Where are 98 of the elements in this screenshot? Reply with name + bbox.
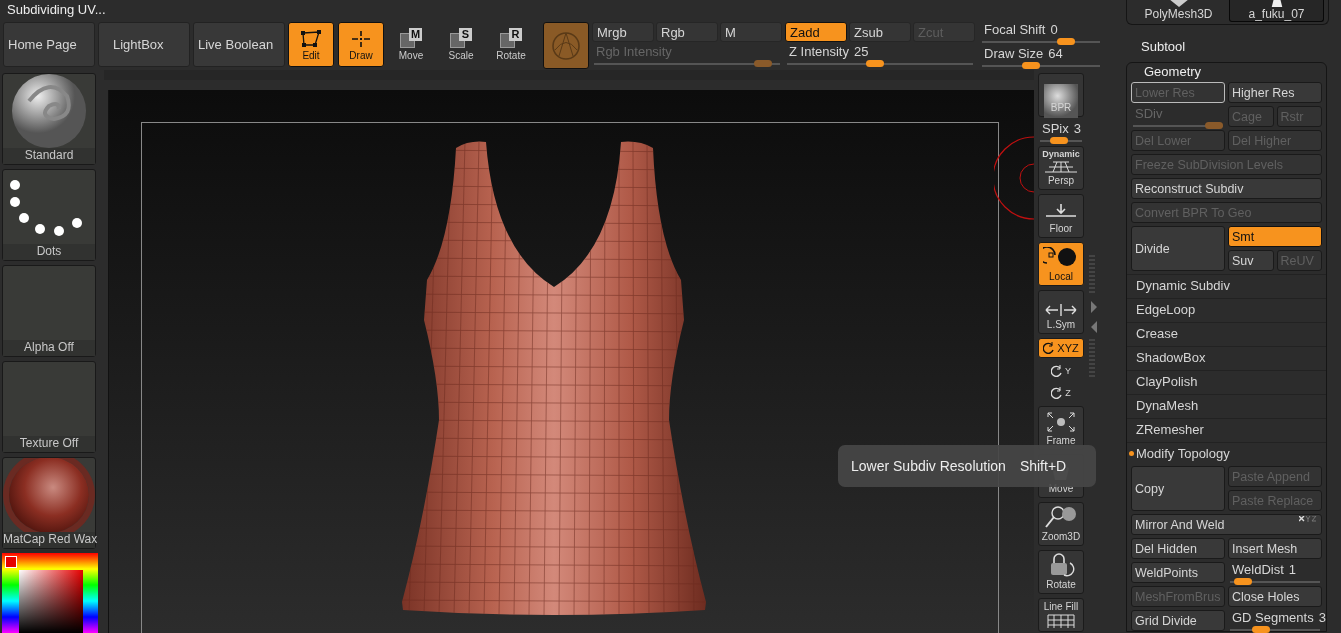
subpalette-header[interactable]: ShadowBox (1127, 346, 1326, 367)
slider-label: Focal Shift (984, 22, 1046, 38)
mode-button[interactable]: S Scale (438, 22, 484, 67)
frame-icon (1046, 411, 1076, 433)
local-pivot-icon (1043, 247, 1079, 269)
panel-button[interactable]: Mirror And Weld (1131, 514, 1322, 535)
shelf-slot[interactable]: Dots (2, 169, 96, 261)
subpalette-header[interactable]: ZRemesher (1127, 418, 1326, 439)
panel-button[interactable]: WeldPoints (1131, 562, 1225, 583)
slider-thumb[interactable] (1049, 137, 1068, 144)
rotate-axis-icon (1051, 365, 1063, 377)
slider-value: 3 (1073, 121, 1081, 137)
material-sphere-icon (551, 30, 581, 61)
shelf-button[interactable]: Y (1038, 362, 1084, 380)
slider-value: 25 (853, 44, 869, 60)
slider-label: SDiv (1135, 106, 1163, 122)
tool-thumbnail[interactable]: a_fuku_07 (1229, 0, 1324, 22)
rotate-axis-icon (1043, 342, 1056, 354)
shelf-button[interactable]: L.Sym (1038, 290, 1084, 334)
slider-thumb[interactable] (1057, 38, 1075, 45)
shelf-button[interactable]: Z (1038, 384, 1084, 402)
slider-thumb[interactable] (865, 60, 884, 67)
edit-quad-icon (300, 30, 322, 48)
shelf-button[interactable]: Floor (1038, 194, 1084, 238)
panel-button[interactable]: Del Hidden (1131, 538, 1225, 559)
brush-sphere-icon (9, 74, 89, 148)
toolbar-button[interactable]: Live Boolean (193, 22, 285, 67)
shelf-label: Standard (3, 148, 95, 164)
shelf-label: MatCap Red Wax (3, 532, 95, 548)
material-button[interactable] (543, 22, 589, 69)
panel-button[interactable]: Suv (1228, 250, 1274, 271)
axis-toggle-icon[interactable] (1299, 516, 1317, 522)
slider-thumb[interactable] (1233, 578, 1252, 585)
slider-thumb[interactable] (1022, 62, 1040, 69)
slider-value: 0 (1050, 22, 1058, 38)
crosshair-icon (351, 30, 371, 48)
shelf-slot[interactable]: Alpha Off (2, 265, 96, 357)
perspective-grid-icon (1045, 161, 1077, 173)
window-title: Subdividing UV... (6, 1, 107, 19)
shelf-button[interactable]: Local (1038, 242, 1084, 286)
slider-value: 3 (1318, 610, 1326, 626)
slider-thumb[interactable] (1251, 626, 1270, 633)
mode-button[interactable]: R Rotate (488, 22, 534, 67)
color-mode-button[interactable]: Mrgb (592, 22, 654, 42)
shelf-slot[interactable]: Texture Off (2, 361, 96, 453)
color-picker[interactable] (2, 553, 98, 633)
gizmo-ring-icon (994, 136, 1034, 220)
panel-button[interactable]: Insert Mesh (1228, 538, 1322, 559)
slider-label: Z Intensity (789, 44, 849, 60)
slider-label: SPix (1042, 121, 1069, 137)
tooltip-text: Lower Subdiv Resolution (851, 458, 1006, 474)
slider-label: GD Segments (1232, 610, 1314, 626)
rotate-axis-icon (1051, 387, 1064, 399)
tooltip-shortcut: Shift+D (1019, 458, 1067, 474)
current-color-swatch[interactable] (5, 556, 17, 568)
mode-button[interactable]: Draw (338, 22, 384, 67)
shelf-button[interactable]: XYZ (1038, 338, 1084, 358)
palette-header[interactable]: Subtool (1122, 25, 1341, 59)
tool-thumbnail[interactable]: PolyMesh3D (1131, 0, 1226, 22)
subpalette-header[interactable]: ClayPolish (1127, 370, 1326, 391)
shelf-label: Texture Off (3, 436, 95, 452)
z-mode-button[interactable]: Zadd (785, 22, 847, 42)
shelf-slot[interactable]: Standard (2, 73, 96, 165)
shelf-button[interactable]: Rotate (1038, 550, 1084, 594)
z-mode-button[interactable]: Zsub (849, 22, 911, 42)
panel-button[interactable]: Divide (1131, 226, 1225, 271)
panel-button[interactable]: Reconstruct Subdiv (1131, 178, 1322, 199)
shelf-label: Alpha Off (3, 340, 95, 356)
slider-value: 64 (1048, 46, 1063, 62)
slider-label: WeldDist (1232, 562, 1284, 578)
color-mode-button[interactable]: Rgb (656, 22, 718, 42)
subpalette-header[interactable]: Crease (1127, 322, 1326, 343)
magnifier-icon (1044, 505, 1078, 529)
shelf-button[interactable]: Dynamic Persp (1038, 146, 1084, 190)
panel-button[interactable]: Higher Res (1228, 82, 1322, 103)
shelf-button[interactable]: Line Fill (1038, 598, 1084, 632)
panel-button[interactable]: Grid Divide (1131, 610, 1225, 631)
subpalette-header[interactable]: EdgeLoop (1127, 298, 1326, 319)
symmetry-arrows-icon (1044, 303, 1078, 317)
mode-button[interactable]: Edit (288, 22, 334, 67)
subpalette-header[interactable]: Geometry (1131, 63, 1322, 79)
shelf-label: Dots (3, 244, 95, 260)
shelf-slot[interactable]: MatCap Red Wax (2, 457, 96, 549)
toolbar-button[interactable]: LightBox (98, 22, 190, 67)
shelf-button[interactable]: Zoom3D (1038, 502, 1084, 546)
slider-value: 1 (1288, 562, 1296, 578)
subpalette-header[interactable]: Dynamic Subdiv (1127, 274, 1326, 295)
subpalette-header[interactable]: DynaMesh (1127, 394, 1326, 415)
grid-icon (1047, 614, 1075, 628)
panel-button[interactable]: Copy (1131, 466, 1225, 511)
slider-label: Rgb Intensity (596, 44, 672, 60)
panel-button[interactable]: Smt (1228, 226, 1322, 247)
color-mode-button[interactable]: M (720, 22, 782, 42)
mode-button[interactable]: M Move (388, 22, 434, 67)
subpalette-header[interactable]: Modify Topology (1127, 442, 1326, 463)
panel-button[interactable]: Close Holes (1228, 586, 1322, 607)
slider-label: Draw Size (984, 46, 1044, 62)
toolbar-button[interactable]: Home Page (3, 22, 95, 67)
